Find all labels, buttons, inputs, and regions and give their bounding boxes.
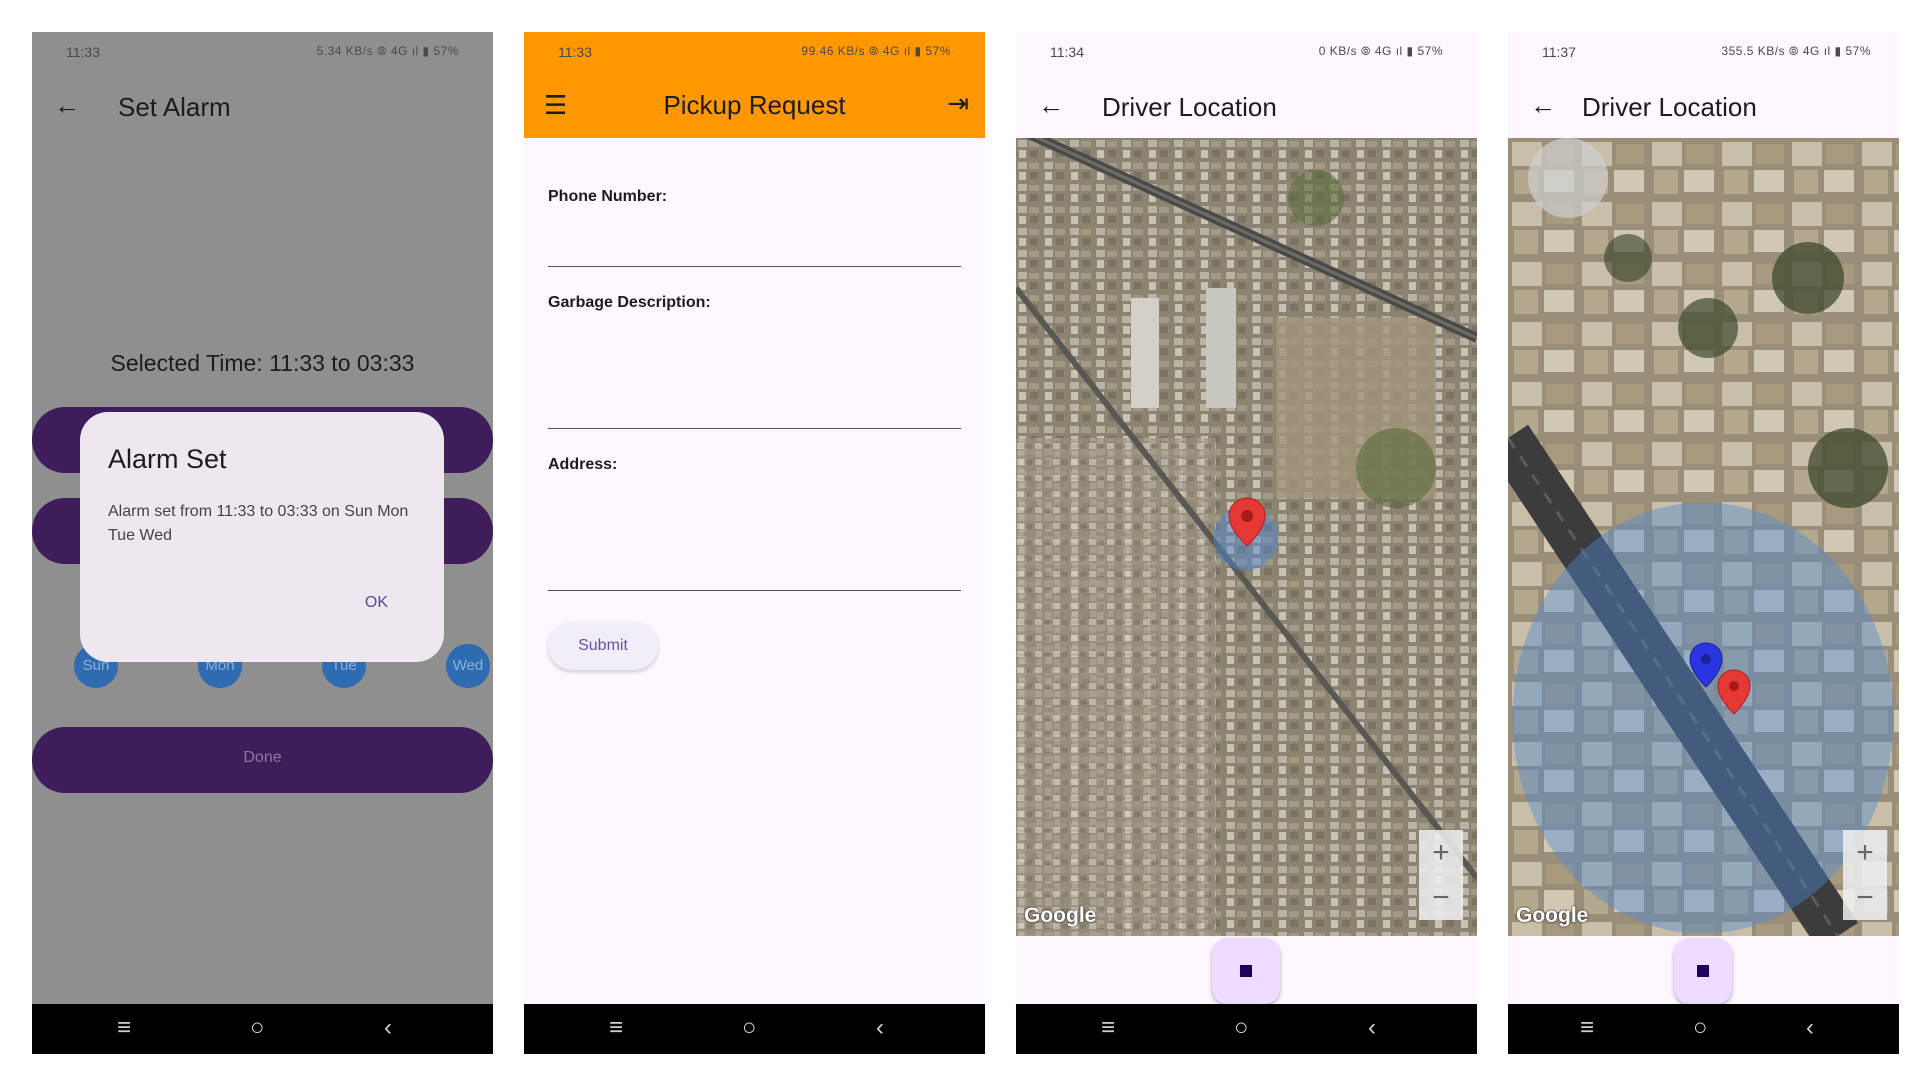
google-attribution: Google <box>1516 904 1589 927</box>
home-icon[interactable]: ○ <box>742 1013 757 1043</box>
app-bar: ← Driver Location <box>1508 72 1899 138</box>
satellite-imagery <box>1508 138 1899 936</box>
status-bar: 11:37 355.5 KB/s ⦾ 4G ıl ▮ 57% <box>1508 32 1899 72</box>
submit-button[interactable]: Submit <box>548 622 658 670</box>
system-nav-bar: ≡ ○ ‹ <box>32 1004 493 1054</box>
garbage-description-label: Garbage Description: <box>548 294 711 311</box>
nav-back-icon[interactable]: ‹ <box>876 1013 884 1043</box>
google-attribution: Google <box>1024 904 1097 927</box>
recent-apps-icon[interactable]: ≡ <box>1101 1013 1115 1043</box>
status-icons: 99.46 KB/s ⦾ 4G ıl ▮ 57% <box>801 44 951 58</box>
system-nav-bar: ≡ ○ ‹ <box>524 1004 985 1054</box>
nav-back-icon[interactable]: ‹ <box>1806 1013 1814 1043</box>
logout-icon[interactable]: ⇥ <box>947 88 969 119</box>
stop-icon <box>1240 965 1252 977</box>
arrow-back-icon[interactable]: ← <box>54 90 80 120</box>
set-alarm-screen: 11:33 5.34 KB/s ⦾ 4G ıl ▮ 57% ← Set Alar… <box>32 32 493 1054</box>
nav-back-icon[interactable]: ‹ <box>384 1013 392 1043</box>
app-bar: ← Driver Location <box>1016 72 1477 138</box>
status-icons: 0 KB/s ⦾ 4G ıl ▮ 57% <box>1318 44 1443 58</box>
page-title: Set Alarm <box>118 92 231 122</box>
done-button-label: Done <box>243 749 282 766</box>
status-icons: 355.5 KB/s ⦾ 4G ıl ▮ 57% <box>1721 44 1871 58</box>
status-bar: 11:33 99.46 KB/s ⦾ 4G ıl ▮ 57% <box>524 32 985 72</box>
alarm-set-dialog: Alarm Set Alarm set from 11:33 to 03:33 … <box>80 412 444 662</box>
dialog-message: Alarm set from 11:33 to 03:33 on Sun Mon… <box>108 503 409 544</box>
zoom-out-button[interactable]: − <box>1843 875 1887 920</box>
status-time: 11:33 <box>66 44 100 60</box>
system-nav-bar: ≡ ○ ‹ <box>1016 1004 1477 1054</box>
status-icons: 5.34 KB/s ⦾ 4G ıl ▮ 57% <box>316 44 459 58</box>
app-bar: ← Set Alarm <box>32 72 493 138</box>
zoom-in-button[interactable]: + <box>1843 830 1887 875</box>
page-title: Pickup Request <box>663 90 846 120</box>
arrow-back-icon[interactable]: ← <box>1530 90 1556 120</box>
app-bar: 11:33 99.46 KB/s ⦾ 4G ıl ▮ 57% ☰ Pickup … <box>524 32 985 138</box>
arrow-back-icon[interactable]: ← <box>1038 90 1064 120</box>
status-bar: 11:33 5.34 KB/s ⦾ 4G ıl ▮ 57% <box>32 32 493 72</box>
selected-time-text: Selected Time: 11:33 to 03:33 <box>110 350 415 376</box>
stop-button[interactable] <box>1674 938 1732 1004</box>
day-chip-wed[interactable]: Wed <box>446 644 490 688</box>
status-time: 11:33 <box>558 44 592 60</box>
status-time: 11:34 <box>1050 44 1084 60</box>
page-title: Driver Location <box>1102 92 1277 122</box>
driver-location-screen: 11:34 0 KB/s ⦾ 4G ıl ▮ 57% ← Driver Loca… <box>1016 32 1477 1054</box>
status-time: 11:37 <box>1542 44 1576 60</box>
pickup-request-screen: 11:33 99.46 KB/s ⦾ 4G ıl ▮ 57% ☰ Pickup … <box>524 32 985 1054</box>
driver-location-zoomed-screen: 11:37 355.5 KB/s ⦾ 4G ıl ▮ 57% ← Driver … <box>1508 32 1899 1054</box>
address-input[interactable] <box>548 590 961 591</box>
recent-apps-icon[interactable]: ≡ <box>1580 1013 1594 1043</box>
nav-back-icon[interactable]: ‹ <box>1368 1013 1376 1043</box>
recent-apps-icon[interactable]: ≡ <box>609 1013 623 1043</box>
home-icon[interactable]: ○ <box>1234 1013 1249 1043</box>
home-icon[interactable]: ○ <box>1693 1013 1708 1043</box>
dialog-ok-button[interactable]: OK <box>365 594 388 612</box>
home-icon[interactable]: ○ <box>250 1013 265 1043</box>
satellite-imagery <box>1016 138 1477 936</box>
done-button[interactable]: Done <box>32 727 493 793</box>
zoom-in-button[interactable]: + <box>1419 830 1463 875</box>
status-bar: 11:34 0 KB/s ⦾ 4G ıl ▮ 57% <box>1016 32 1477 72</box>
satellite-map[interactable]: + − Google <box>1508 138 1899 936</box>
zoom-controls: + − <box>1843 830 1887 920</box>
page-title: Driver Location <box>1582 92 1757 122</box>
phone-number-input[interactable] <box>548 266 961 267</box>
satellite-map[interactable]: + − Google <box>1016 138 1477 936</box>
dialog-title: Alarm Set <box>108 444 227 474</box>
recent-apps-icon[interactable]: ≡ <box>117 1013 131 1043</box>
zoom-out-button[interactable]: − <box>1419 875 1463 920</box>
stop-button[interactable] <box>1212 938 1280 1004</box>
phone-number-label: Phone Number: <box>548 188 668 205</box>
zoom-controls: + − <box>1419 830 1463 920</box>
system-nav-bar: ≡ ○ ‹ <box>1508 1004 1899 1054</box>
garbage-description-input[interactable] <box>548 428 961 429</box>
stop-icon <box>1697 965 1709 977</box>
address-label: Address: <box>548 456 618 473</box>
